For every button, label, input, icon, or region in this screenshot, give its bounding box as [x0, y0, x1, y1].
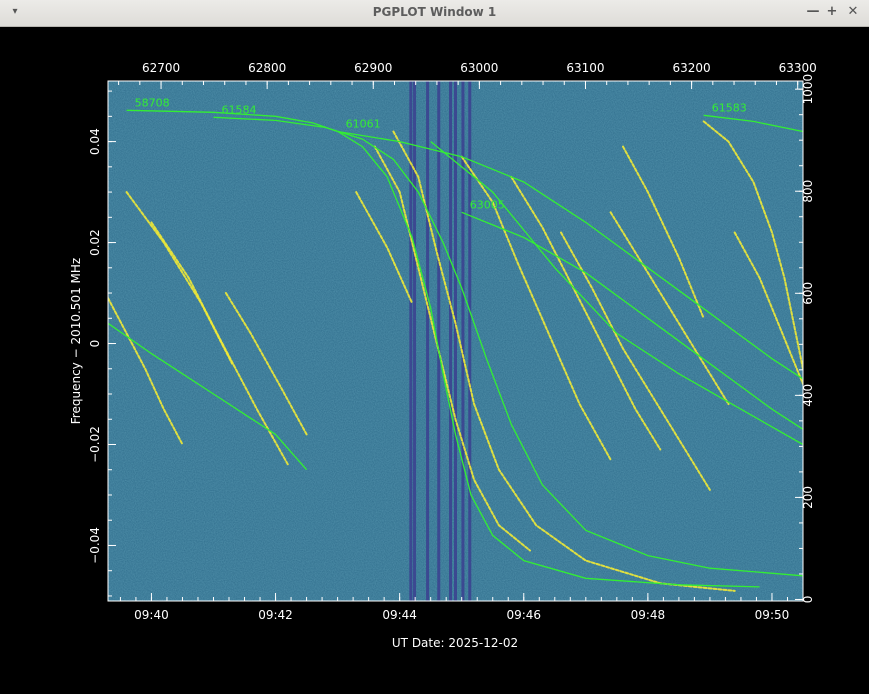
- y-tick-label-4: 0.04: [88, 128, 102, 155]
- title-bar[interactable]: ▾ PGPLOT Window 1 — + ✕: [0, 0, 869, 27]
- right-tick-label-1: 200: [801, 486, 815, 509]
- right-tick-label-0: 0: [801, 596, 815, 604]
- top-tick-label-6: 63300: [779, 61, 817, 75]
- right-tick-label-5: 1000: [801, 74, 815, 105]
- y-tick-label-1: −0.02: [88, 426, 102, 463]
- right-tick-label-2: 400: [801, 384, 815, 407]
- x-tick-label-2: 09:44: [382, 608, 417, 622]
- right-tick-label-4: 800: [801, 180, 815, 203]
- y-tick-label-2: 0: [88, 340, 102, 348]
- top-tick-label-4: 63100: [566, 61, 604, 75]
- interference-line-3: [437, 81, 441, 601]
- minimize-icon[interactable]: —: [805, 4, 821, 20]
- x-tick-label-3: 09:46: [506, 608, 541, 622]
- x-tick-label-0: 09:40: [134, 608, 169, 622]
- y-tick-label-0: −0.04: [88, 527, 102, 564]
- close-icon[interactable]: ✕: [845, 4, 861, 20]
- pgplot-window: ▾ PGPLOT Window 1 — + ✕ 58708 61584 61061 6…: [0, 0, 869, 694]
- interference-line-5: [454, 81, 457, 601]
- track-label-0: 58708: [135, 96, 170, 109]
- x-tick-label-1: 09:42: [258, 608, 293, 622]
- track-label-4: 61583: [712, 101, 747, 114]
- track-label-1: 61584: [221, 103, 256, 116]
- top-tick-label-2: 62900: [354, 61, 392, 75]
- maximize-icon[interactable]: +: [824, 4, 840, 20]
- top-tick-label-3: 63000: [460, 61, 498, 75]
- spectrogram-plot: 5870861584610616300561583 09:40 09:42 09:4…: [69, 61, 817, 650]
- y-tick-label-3: 0.02: [88, 229, 102, 256]
- interference-line-0: [409, 81, 413, 601]
- interference-line-1: [413, 81, 417, 601]
- top-tick-label-0: 62700: [142, 61, 180, 75]
- x-tick-label-4: 09:48: [631, 608, 666, 622]
- interference-line-2: [426, 81, 430, 601]
- top-tick-label-1: 62800: [248, 61, 286, 75]
- window-title: PGPLOT Window 1: [372, 5, 497, 19]
- track-label-2: 61061: [346, 117, 381, 130]
- x-axis-label: UT Date: 2025-12-02: [392, 636, 518, 650]
- right-tick-label-3: 600: [801, 282, 815, 305]
- y-axis-label: Frequency − 2010.501 MHz: [69, 258, 83, 424]
- x-tick-label-5: 09:50: [755, 608, 790, 622]
- top-tick-label-5: 63200: [672, 61, 710, 75]
